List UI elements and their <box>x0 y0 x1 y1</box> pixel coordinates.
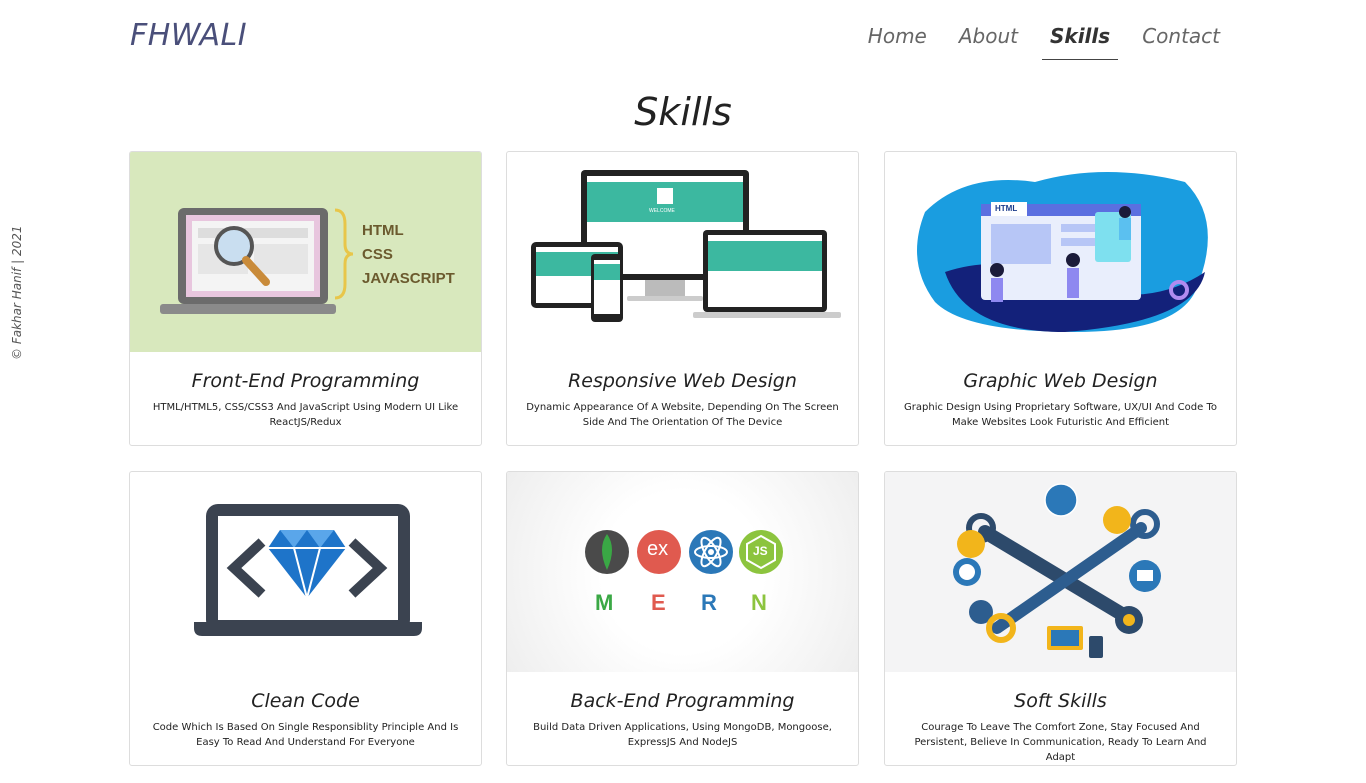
express-logo-text: ex <box>647 538 669 560</box>
skill-card-responsive[interactable]: WELCOME Responsive Web Design Dynamic Ap… <box>506 151 859 446</box>
card-description: Code Which Is Based On Single Responsibl… <box>152 722 459 748</box>
card-title: Clean Code <box>251 690 360 712</box>
html-label: HTML <box>362 222 404 239</box>
copyright-credit: © Fakhar Hanif | 2021 <box>10 208 28 360</box>
javascript-label: JAVASCRIPT <box>362 270 455 287</box>
soft-skills-illustration <box>885 472 1236 672</box>
mern-stack-illustration: ex JS M E R N <box>507 472 858 672</box>
nav-home[interactable]: Home <box>860 20 935 60</box>
nav-contact[interactable]: Contact <box>1134 20 1228 60</box>
card-title: Graphic Web Design <box>963 370 1158 392</box>
mern-letter-n: N <box>751 590 767 615</box>
nav-about[interactable]: About <box>951 20 1026 60</box>
responsive-devices-illustration: WELCOME <box>507 152 858 352</box>
card-description: Courage To Leave The Comfort Zone, Stay … <box>914 722 1207 763</box>
card-description: Graphic Design Using Proprietary Softwar… <box>904 402 1217 428</box>
skill-card-frontend[interactable]: HTML CSS JAVASCRIPT Front-End Programmin… <box>129 151 482 446</box>
node-logo-text: JS <box>753 544 768 558</box>
site-header: FHWALI Home About Skills Contact <box>130 18 1236 62</box>
skill-card-soft-skills[interactable]: Soft Skills Courage To Leave The Comfort… <box>884 471 1237 766</box>
skill-card-backend[interactable]: ex JS M E R N Back-End Programming Build… <box>506 471 859 766</box>
mern-letter-r: R <box>701 590 717 615</box>
copyright-text: © Fakhar Hanif | 2021 <box>10 225 24 360</box>
card-title: Responsive Web Design <box>568 370 797 392</box>
css-label: CSS <box>362 246 393 263</box>
page-title: Skills <box>634 90 732 134</box>
card-title: Soft Skills <box>1014 690 1107 712</box>
skill-card-graphic[interactable]: HTML Graphic Web Design Graphic Design U… <box>884 151 1237 446</box>
brand-logo[interactable]: FHWALI <box>130 18 247 54</box>
nav-skills[interactable]: Skills <box>1042 20 1119 60</box>
card-title: Back-End Programming <box>570 690 795 712</box>
card-title: Front-End Programming <box>191 370 420 392</box>
mern-letter-e: E <box>651 590 666 615</box>
card-description: Build Data Driven Applications, Using Mo… <box>533 722 832 748</box>
main-nav: Home About Skills Contact <box>860 20 1228 60</box>
card-description: HTML/HTML5, CSS/CSS3 And JavaScript Usin… <box>152 402 459 428</box>
graphic-design-illustration: HTML <box>885 152 1236 352</box>
card-description: Dynamic Appearance Of A Website, Dependi… <box>526 402 839 428</box>
welcome-label: WELCOME <box>649 208 675 214</box>
skill-card-clean-code[interactable]: Clean Code Code Which Is Based On Single… <box>129 471 482 766</box>
html-tag-label: HTML <box>995 204 1018 213</box>
clean-code-illustration <box>130 472 481 672</box>
frontend-illustration: HTML CSS JAVASCRIPT <box>130 152 481 352</box>
mern-letter-m: M <box>595 590 614 615</box>
